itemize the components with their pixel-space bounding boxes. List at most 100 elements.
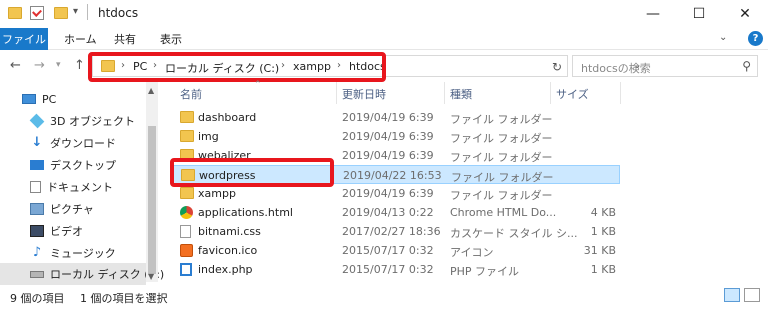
close-button[interactable]: ✕ — [722, 0, 768, 28]
file-type: アイコン — [450, 246, 494, 259]
maximize-button[interactable]: ☐ — [676, 0, 722, 28]
window-title: htdocs — [98, 6, 139, 20]
column-divider[interactable] — [336, 82, 337, 104]
properties-icon[interactable] — [30, 6, 44, 20]
column-divider[interactable] — [550, 82, 551, 104]
css-file-icon — [180, 225, 191, 238]
tab-view[interactable]: 表示 — [160, 31, 182, 47]
file-type: ファイル フォルダー — [451, 171, 554, 184]
column-divider[interactable] — [444, 82, 445, 104]
file-row[interactable]: favicon.ico 2015/07/17 0:32 アイコン 31 KB — [170, 241, 620, 260]
file-type: ファイル フォルダー — [450, 189, 553, 202]
selection-count: 1 個の項目を選択 — [80, 292, 168, 305]
file-row[interactable]: bitnami.css 2017/02/27 18:36 カスケード スタイル … — [170, 222, 620, 241]
file-name: index.php — [198, 263, 253, 276]
sidebar-item-pictures[interactable]: ピクチャ — [0, 198, 146, 220]
3d-objects-icon — [29, 113, 45, 129]
file-row[interactable]: dashboard 2019/04/19 6:39 ファイル フォルダー — [170, 108, 620, 127]
file-name: xampp — [198, 187, 236, 200]
file-name: favicon.ico — [198, 244, 258, 257]
tab-share[interactable]: 共有 — [114, 31, 136, 47]
file-type: Chrome HTML Do... — [450, 206, 557, 219]
column-header-type[interactable]: 種類 — [450, 86, 472, 102]
file-date: 2019/04/19 6:39 — [342, 149, 434, 162]
column-header-date[interactable]: 更新日時 — [342, 86, 386, 102]
file-row[interactable]: applications.html 2019/04/13 0:22 Chrome… — [170, 203, 620, 222]
search-input[interactable]: htdocsの検索 — [581, 60, 651, 76]
scroll-up-icon[interactable]: ▲ — [148, 86, 154, 95]
sidebar-item-3d-objects[interactable]: 3D オブジェクト — [0, 110, 146, 132]
navigation-pane: PC 3D オブジェクト ↓ ダウンロード デスクトップ ドキュメント ピクチャ… — [0, 82, 164, 285]
up-arrow-icon[interactable]: ↑ — [74, 58, 85, 73]
file-date: 2019/04/19 6:39 — [342, 130, 434, 143]
sidebar-item-videos[interactable]: ビデオ — [0, 220, 146, 242]
file-type: ファイル フォルダー — [450, 151, 553, 164]
file-date: 2015/07/17 0:32 — [342, 263, 434, 276]
sidebar-item-pc[interactable]: PC — [0, 88, 146, 110]
new-folder-icon[interactable] — [54, 7, 68, 19]
file-name: applications.html — [198, 206, 293, 219]
local-disk-icon — [30, 270, 44, 278]
sidebar-item-documents[interactable]: ドキュメント — [0, 176, 146, 198]
documents-icon — [30, 181, 41, 193]
sidebar-item-label: 3D オブジェクト — [50, 115, 135, 128]
download-icon: ↓ — [31, 135, 43, 150]
php-file-icon — [180, 263, 192, 276]
sidebar-item-label: ビデオ — [50, 225, 83, 238]
help-icon[interactable]: ? — [748, 31, 763, 46]
sidebar-scroll-thumb[interactable] — [148, 126, 156, 274]
folder-icon — [180, 111, 194, 123]
file-type: ファイル フォルダー — [450, 132, 553, 145]
file-type: カスケード スタイル シ... — [450, 227, 578, 240]
ribbon: ファイル ホーム 共有 表示 ⌄ ? — [0, 28, 768, 50]
sidebar-item-music[interactable]: ♪ ミュージック — [0, 242, 146, 264]
video-icon — [30, 225, 44, 237]
sidebar-item-label: PC — [42, 92, 57, 106]
ribbon-expand-icon[interactable]: ⌄ — [719, 32, 727, 43]
file-row[interactable]: index.php 2015/07/17 0:32 PHP ファイル 1 KB — [170, 260, 620, 279]
search-box[interactable]: htdocsの検索 ⚲ — [572, 55, 758, 77]
ico-file-icon — [180, 244, 193, 257]
desktop-icon — [30, 160, 44, 170]
column-divider[interactable] — [620, 82, 621, 104]
file-type: PHP ファイル — [450, 265, 520, 278]
tab-home[interactable]: ホーム — [64, 31, 97, 47]
tab-file[interactable]: ファイル — [0, 28, 48, 50]
divider — [87, 4, 88, 20]
file-date: 2019/04/19 6:39 — [342, 111, 434, 124]
file-type: ファイル フォルダー — [450, 113, 553, 126]
sidebar-item-label: ドキュメント — [47, 181, 113, 194]
pc-icon — [22, 94, 36, 104]
forward-arrow-icon[interactable]: → — [34, 58, 45, 73]
customize-toolbar-icon[interactable]: ▾ — [73, 6, 78, 17]
file-date: 2015/07/17 0:32 — [342, 244, 434, 257]
file-name: bitnami.css — [198, 225, 261, 238]
file-size: 1 KB — [590, 263, 616, 276]
details-view-icon[interactable] — [724, 288, 740, 302]
column-header-size[interactable]: サイズ — [556, 86, 589, 102]
file-row[interactable]: img 2019/04/19 6:39 ファイル フォルダー — [170, 127, 620, 146]
pictures-icon — [30, 203, 44, 215]
address-highlight-box — [88, 52, 386, 82]
recent-locations-icon[interactable]: ▾ — [56, 60, 61, 70]
sort-indicator-icon: ⌃ — [254, 80, 262, 90]
sidebar-item-desktop[interactable]: デスクトップ — [0, 154, 146, 176]
scroll-down-icon[interactable]: ▼ — [148, 272, 154, 281]
file-size: 1 KB — [590, 225, 616, 238]
back-arrow-icon[interactable]: ← — [10, 58, 21, 73]
minimize-button[interactable]: — — [630, 0, 676, 28]
search-icon[interactable]: ⚲ — [742, 59, 751, 73]
folder-icon — [180, 130, 194, 142]
chrome-icon — [180, 206, 193, 219]
folder-icon — [8, 7, 22, 19]
sidebar-item-label: ミュージック — [50, 247, 116, 260]
large-icons-view-icon[interactable] — [744, 288, 760, 302]
sidebar-item-downloads[interactable]: ↓ ダウンロード — [0, 132, 146, 154]
refresh-icon[interactable]: ↻ — [552, 60, 562, 74]
column-header-name[interactable]: 名前 — [180, 86, 202, 102]
file-date: 2019/04/19 6:39 — [342, 187, 434, 200]
file-size: 4 KB — [590, 206, 616, 219]
file-date: 2019/04/13 0:22 — [342, 206, 434, 219]
sidebar-item-label: デスクトップ — [50, 159, 116, 172]
item-count: 9 個の項目 — [10, 292, 65, 305]
